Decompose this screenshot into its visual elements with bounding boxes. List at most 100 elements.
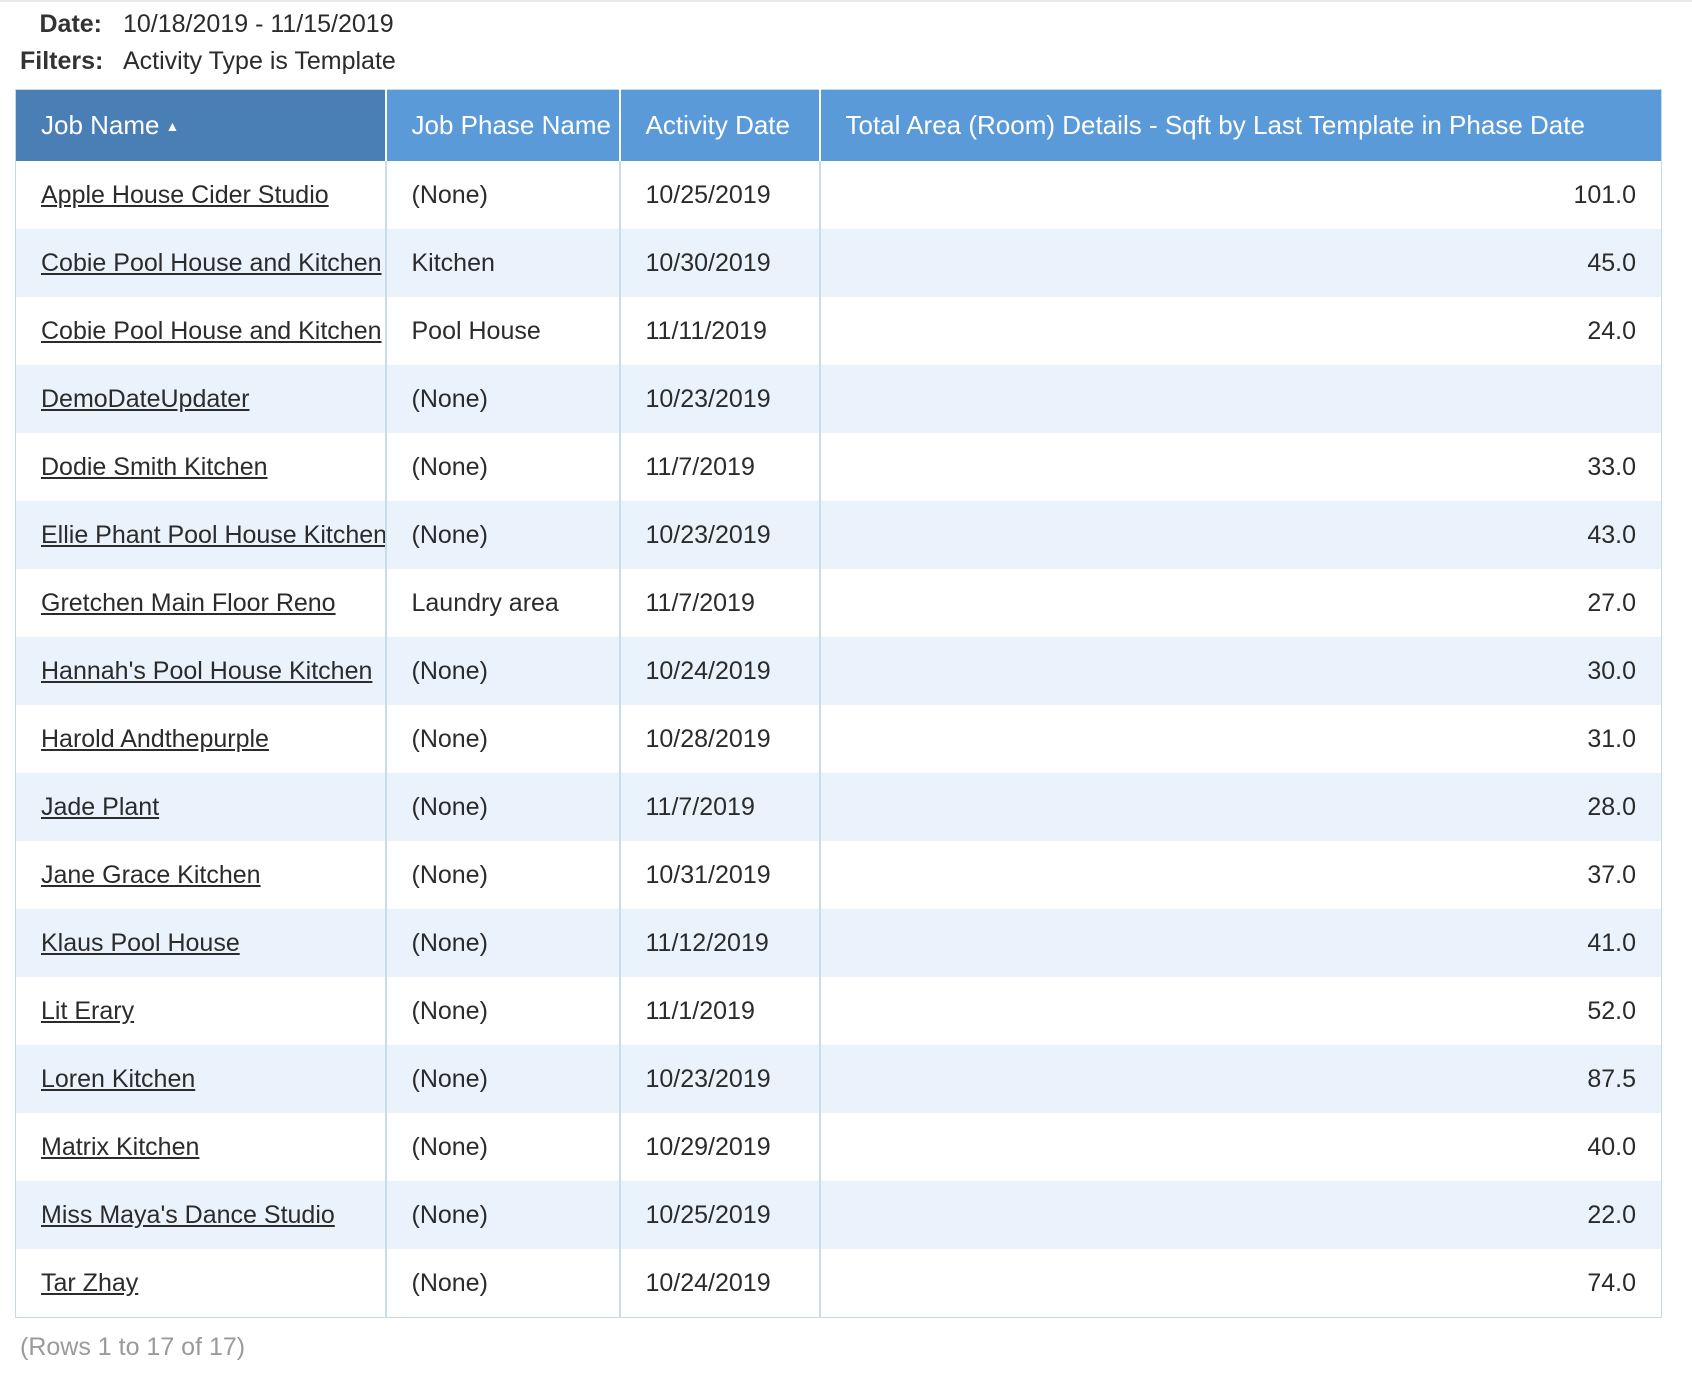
job-name-link[interactable]: Cobie Pool House and Kitchen [41,249,382,277]
job-name-cell: Lit Erary [16,977,386,1045]
job-name-link[interactable]: Miss Maya's Dance Studio [41,1201,335,1229]
table-row: Lit Erary (None) 11/1/2019 52.0 [16,977,1662,1045]
activity-date-cell: 10/31/2019 [618,841,820,909]
table-row: Jane Grace Kitchen (None) 10/31/2019 37.… [16,841,1662,909]
total-area-cell: 52.0 [818,977,1662,1045]
date-label: Date: [39,10,102,38]
job-phase-cell: (None) [384,773,620,841]
report-meta: Date: 10/18/2019 - 11/15/2019 Filters: A… [20,6,396,80]
activity-date-cell: 11/11/2019 [618,297,820,365]
total-area-cell: 30.0 [818,637,1662,705]
job-name-cell: Apple House Cider Studio [16,161,386,229]
activity-date-cell: 10/23/2019 [618,365,820,433]
table-row: Gretchen Main Floor Reno Laundry area 11… [16,569,1662,637]
total-area-cell: 37.0 [818,841,1662,909]
column-header-activity-date[interactable]: Activity Date [618,89,820,161]
job-name-link[interactable]: Apple House Cider Studio [41,181,329,209]
job-name-link[interactable]: Dodie Smith Kitchen [41,453,268,481]
job-phase-cell: Pool House [384,297,620,365]
job-name-link[interactable]: DemoDateUpdater [41,385,249,413]
job-phase-cell: (None) [384,1249,620,1318]
job-name-cell: Ellie Phant Pool House Kitchen [15,501,386,569]
table-row: Cobie Pool House and Kitchen Pool House … [16,297,1662,365]
activity-date-cell: 10/29/2019 [618,1113,820,1181]
total-area-cell: 43.0 [818,501,1662,569]
job-name-cell: Gretchen Main Floor Reno [16,569,386,637]
activity-date-cell: 10/28/2019 [618,705,820,773]
job-name-cell: Dodie Smith Kitchen [16,433,386,501]
total-area-cell [818,365,1662,433]
activity-date-cell: 10/23/2019 [618,501,820,569]
column-header-label: Total Area (Room) Details - Sqft by Last… [845,110,1585,140]
job-name-cell: Klaus Pool House [15,909,386,977]
activity-date-cell: 11/7/2019 [618,773,820,841]
job-phase-cell: Kitchen [384,229,620,297]
job-name-link[interactable]: Hannah's Pool House Kitchen [41,657,372,685]
total-area-cell: 41.0 [818,909,1662,977]
activity-date-cell: 10/25/2019 [618,1181,820,1249]
job-name-cell: DemoDateUpdater [15,365,386,433]
column-header-label: Job Phase Name [411,110,611,140]
job-name-link[interactable]: Lit Erary [41,997,134,1025]
table-row: Klaus Pool House (None) 11/12/2019 41.0 [15,909,1662,977]
activity-date-cell: 10/24/2019 [618,637,820,705]
job-name-link[interactable]: Cobie Pool House and Kitchen [41,317,382,345]
total-area-cell: 87.5 [818,1045,1662,1113]
total-area-cell: 24.0 [818,297,1662,365]
table-row: Tar Zhay (None) 10/24/2019 74.0 [16,1249,1662,1318]
job-name-cell: Tar Zhay [16,1249,386,1318]
table-row: Apple House Cider Studio (None) 10/25/20… [16,161,1662,229]
column-header-label: Activity Date [645,110,791,140]
job-name-link[interactable]: Harold Andthepurple [41,725,269,753]
job-phase-cell: (None) [384,637,620,705]
job-phase-cell: (None) [384,1045,620,1113]
table-row: Ellie Phant Pool House Kitchen (None) 10… [15,501,1662,569]
filters-row: Filters: Activity Type is Template [20,43,396,80]
column-header-job-name[interactable]: Job Name ▲ [15,89,386,161]
job-name-link[interactable]: Jane Grace Kitchen [41,861,261,889]
job-name-link[interactable]: Loren Kitchen [41,1065,195,1093]
job-phase-cell: (None) [384,1113,620,1181]
job-phase-cell: (None) [384,161,620,229]
header-row: Job Name ▲ Job Phase Name Activity Date T… [15,89,1662,161]
job-name-link[interactable]: Matrix Kitchen [41,1133,199,1161]
job-phase-cell: (None) [384,433,620,501]
job-name-cell: Harold Andthepurple [16,705,386,773]
activity-date-cell: 10/25/2019 [618,161,820,229]
total-area-cell: 27.0 [818,569,1662,637]
table-row: Miss Maya's Dance Studio (None) 10/25/20… [15,1181,1662,1249]
job-name-cell: Cobie Pool House and Kitchen [16,297,386,365]
table-row: Jade Plant (None) 11/7/2019 28.0 [15,773,1662,841]
table-row: Cobie Pool House and Kitchen Kitchen 10/… [15,229,1662,297]
total-area-cell: 74.0 [818,1249,1662,1318]
job-name-cell: Miss Maya's Dance Studio [15,1181,386,1249]
job-name-cell: Jane Grace Kitchen [16,841,386,909]
job-name-link[interactable]: Ellie Phant Pool House Kitchen [41,521,386,549]
activity-date-cell: 11/12/2019 [618,909,820,977]
job-name-cell: Cobie Pool House and Kitchen [15,229,386,297]
table-row: Harold Andthepurple (None) 10/28/2019 31… [16,705,1662,773]
table-row: Matrix Kitchen (None) 10/29/2019 40.0 [16,1113,1662,1181]
total-area-cell: 40.0 [818,1113,1662,1181]
report-table: Job Name ▲ Job Phase Name Activity Date T… [15,89,1662,1318]
column-header-job-phase-name[interactable]: Job Phase Name [384,89,620,161]
table-row: Loren Kitchen (None) 10/23/2019 87.5 [15,1045,1662,1113]
job-name-link[interactable]: Gretchen Main Floor Reno [41,589,336,617]
total-area-cell: 45.0 [818,229,1662,297]
job-phase-cell: (None) [384,705,620,773]
row-count: (Rows 1 to 17 of 17) [20,1333,246,1361]
job-name-link[interactable]: Jade Plant [41,793,159,821]
job-phase-cell: (None) [384,365,620,433]
activity-date-cell: 11/1/2019 [618,977,820,1045]
job-phase-cell: (None) [384,909,620,977]
job-name-cell: Loren Kitchen [15,1045,386,1113]
filters-label: Filters: [20,47,104,75]
job-phase-cell: (None) [384,977,620,1045]
table-row: Hannah's Pool House Kitchen (None) 10/24… [15,637,1662,705]
sort-ascending-icon: ▲ [165,118,180,134]
job-phase-cell: (None) [384,1181,620,1249]
column-header-total-area[interactable]: Total Area (Room) Details - Sqft by Last… [818,89,1662,161]
job-name-link[interactable]: Klaus Pool House [41,929,240,957]
job-name-cell: Matrix Kitchen [16,1113,386,1181]
job-name-link[interactable]: Tar Zhay [41,1269,138,1297]
